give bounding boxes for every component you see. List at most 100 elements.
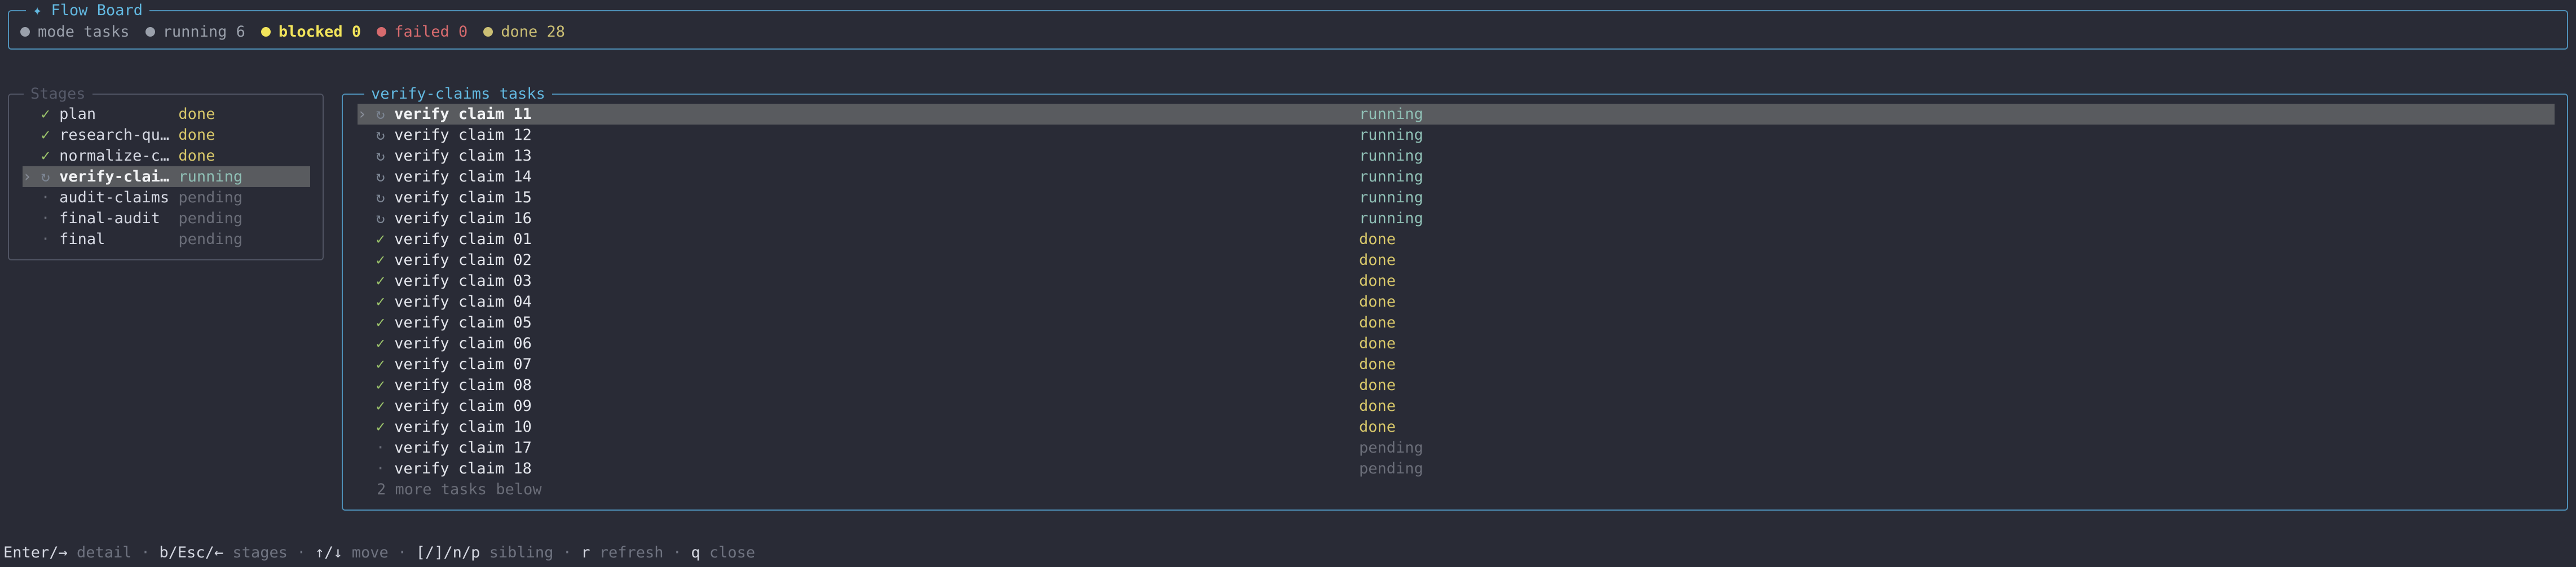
task-row[interactable]: ↻ verify claim 15 running: [358, 187, 2555, 208]
status-label: done 28: [501, 23, 566, 41]
status-item: mode tasks: [20, 23, 130, 41]
selection-marker-icon: [358, 147, 367, 165]
selection-marker-icon: ›: [358, 105, 367, 123]
stage-status: pending: [178, 189, 243, 206]
check-icon: ✓: [376, 335, 385, 352]
hint-key: r: [581, 544, 590, 561]
task-row[interactable]: · verify claim 18 pending: [358, 458, 2555, 479]
check-icon: ✓: [376, 231, 385, 248]
selection-marker-icon: [23, 210, 32, 227]
task-name: verify claim 05: [394, 314, 532, 331]
check-icon: ✓: [376, 272, 385, 290]
check-icon: ✓: [41, 105, 50, 123]
check-icon: ✓: [376, 251, 385, 269]
task-name: verify claim 04: [394, 293, 532, 311]
task-row[interactable]: ✓ verify claim 03 done: [358, 271, 2555, 291]
stage-name: research-qu…: [59, 126, 179, 144]
selection-marker-icon: [358, 335, 367, 352]
keybinding-hints: Enter/→ detail · b/Esc/← stages · ↑/↓ mo…: [3, 542, 755, 563]
selection-marker-icon: [358, 439, 367, 457]
hint-desc: sibling: [480, 544, 554, 561]
stage-item[interactable]: ✓ normalize-c… done: [23, 145, 310, 166]
stage-item[interactable]: › ↻ verify-clai… running: [23, 166, 310, 187]
task-row[interactable]: ✓ verify claim 07 done: [358, 354, 2555, 375]
task-row[interactable]: ↻ verify claim 14 running: [358, 166, 2555, 187]
selection-marker-icon: [23, 105, 32, 123]
stage-name: plan: [59, 105, 179, 123]
hint-separator: ·: [553, 544, 581, 561]
running-icon: ↻: [376, 168, 385, 185]
task-row[interactable]: ✓ verify claim 08 done: [358, 375, 2555, 396]
stage-item[interactable]: ✓ plan done: [23, 104, 310, 125]
check-icon: ✓: [376, 397, 385, 415]
task-row[interactable]: › ↻ verify claim 11 running: [358, 104, 2555, 125]
status-dot-icon: [145, 27, 155, 37]
task-row[interactable]: ✓ verify claim 06 done: [358, 333, 2555, 354]
task-row[interactable]: ↻ verify claim 13 running: [358, 145, 2555, 166]
selection-marker-icon: [358, 168, 367, 185]
stage-item[interactable]: · final-audit pending: [23, 208, 310, 229]
selection-marker-icon: [23, 231, 32, 248]
status-item: running 6: [145, 23, 245, 41]
task-name: verify claim 14: [394, 168, 532, 185]
task-row[interactable]: ✓ verify claim 01 done: [358, 229, 2555, 250]
selection-marker-icon: [358, 376, 367, 394]
stage-item[interactable]: · final pending: [23, 229, 310, 250]
stage-name: final: [59, 231, 179, 248]
stage-item[interactable]: ✓ research-qu… done: [23, 125, 310, 145]
hint-close: q close: [691, 544, 755, 561]
task-row[interactable]: · verify claim 17 pending: [358, 437, 2555, 458]
selection-marker-icon: [358, 397, 367, 415]
task-row[interactable]: ✓ verify claim 04 done: [358, 291, 2555, 312]
task-row[interactable]: ↻ verify claim 16 running: [358, 208, 2555, 229]
task-name: verify claim 11: [394, 105, 532, 123]
stage-item[interactable]: · audit-claims pending: [23, 187, 310, 208]
task-row[interactable]: ✓ verify claim 09 done: [358, 396, 2555, 417]
task-status: running: [1359, 168, 1423, 185]
status-item: blocked 0: [261, 23, 361, 41]
task-row[interactable]: ✓ verify claim 10 done: [358, 417, 2555, 437]
status-label: mode tasks: [38, 23, 130, 41]
selection-marker-icon: [23, 147, 32, 165]
task-status: done: [1359, 376, 1396, 394]
running-icon: ↻: [376, 189, 385, 206]
task-row[interactable]: ↻ verify claim 12 running: [358, 125, 2555, 145]
status-dot-icon: [20, 27, 30, 37]
task-name: verify claim 06: [394, 335, 532, 352]
status-item: failed 0: [377, 23, 467, 41]
check-icon: ✓: [376, 418, 385, 436]
status-dot-icon: [377, 27, 387, 37]
task-status: done: [1359, 314, 1396, 331]
selection-marker-icon: [23, 189, 32, 206]
hint-refresh: r refresh: [581, 544, 663, 561]
task-row[interactable]: ✓ verify claim 05 done: [358, 312, 2555, 333]
more-tasks-indicator: 2 more tasks below: [377, 481, 542, 498]
stages-panel: Stages ✓ plan done ✓ research-qu… done ✓…: [8, 83, 324, 260]
task-row[interactable]: ✓ verify claim 02 done: [358, 250, 2555, 271]
